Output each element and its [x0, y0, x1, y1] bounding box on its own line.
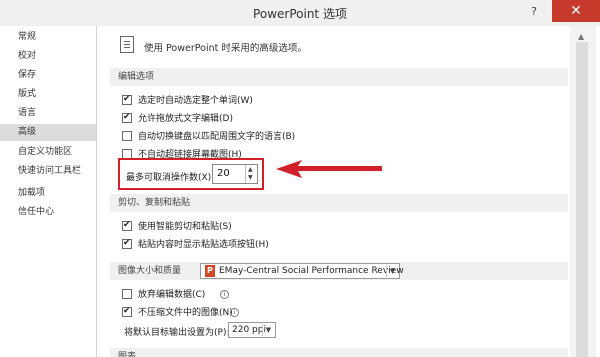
- sidebar-item-advanced[interactable]: 高级: [0, 124, 96, 141]
- image-quality-label: 图像大小和质量: [118, 266, 182, 276]
- sidebar-item-customize-ribbon[interactable]: 自定义功能区: [0, 144, 96, 161]
- checkbox-no-compress-images[interactable]: [122, 304, 132, 318]
- sidebar-item-proofing[interactable]: 校对: [0, 48, 96, 65]
- title-bar: PowerPoint 选项 ? ✕: [0, 0, 600, 26]
- sidebar-item-quick-access-toolbar[interactable]: 快速访问工具栏: [0, 163, 96, 180]
- section-editing-options: 编辑选项: [110, 68, 568, 86]
- sidebar-item-layout[interactable]: 版式: [0, 86, 96, 103]
- options-sidebar: 常规 校对 保存 版式 语言 高级 自定义功能区 快速访问工具栏 加载项 信任中…: [0, 26, 97, 357]
- presentation-select-value: EMay-Central Social Performance Review: [219, 266, 404, 276]
- resolution-select[interactable]: 220 ppi ▼: [228, 322, 276, 338]
- red-arrow-annotation: [276, 160, 382, 178]
- sidebar-item-language[interactable]: 语言: [0, 105, 96, 122]
- close-button[interactable]: ✕: [552, 0, 600, 22]
- checkbox-select-whole-word[interactable]: [122, 92, 132, 106]
- window-title: PowerPoint 选项: [253, 7, 347, 21]
- chevron-down-icon[interactable]: ▼: [262, 324, 274, 336]
- panel-header: 使用 PowerPoint 时采用的高级选项。: [104, 26, 568, 70]
- checkbox-discard-edit-data[interactable]: [122, 289, 132, 299]
- info-icon: i: [230, 308, 239, 317]
- checkbox-smart-cut-paste[interactable]: [122, 218, 132, 232]
- resolution-select-value: 220 ppi: [232, 325, 266, 335]
- scroll-thumb[interactable]: [576, 42, 588, 357]
- highlight-box: [118, 158, 264, 190]
- document-settings-icon: [120, 36, 134, 53]
- section-cut-copy-paste: 剪切、复制和粘贴: [110, 194, 568, 212]
- sidebar-item-add-ins[interactable]: 加载项: [0, 185, 96, 202]
- panel-description: 使用 PowerPoint 时采用的高级选项。: [144, 43, 307, 54]
- default-resolution-label: 将默认目标输出设置为(P):: [124, 328, 230, 338]
- info-icon: i: [220, 290, 229, 299]
- checkbox-auto-keyboard-switch[interactable]: [122, 131, 132, 141]
- powerpoint-file-icon: [205, 265, 215, 277]
- chevron-down-icon[interactable]: ▼: [386, 265, 398, 277]
- checkbox-show-paste-options[interactable]: [122, 236, 132, 250]
- advanced-options-panel: 使用 PowerPoint 时采用的高级选项。 编辑选项 选定时自动选定整个单词…: [104, 26, 568, 357]
- sidebar-item-save[interactable]: 保存: [0, 67, 96, 84]
- presentation-select[interactable]: EMay-Central Social Performance Review ▼: [200, 263, 404, 279]
- checkbox-drag-drop-editing[interactable]: [122, 110, 132, 124]
- sidebar-item-trust-center[interactable]: 信任中心: [0, 204, 96, 221]
- sidebar-item-general[interactable]: 常规: [0, 29, 96, 46]
- section-chart: 图表: [110, 348, 568, 357]
- vertical-scrollbar[interactable]: ▲: [570, 26, 596, 357]
- scroll-up-icon[interactable]: ▲: [578, 32, 584, 41]
- help-button[interactable]: ?: [525, 4, 543, 20]
